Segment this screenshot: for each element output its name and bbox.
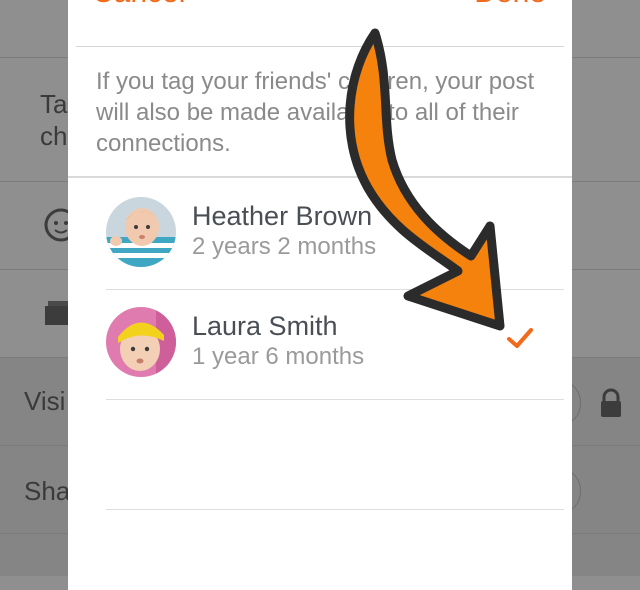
child-photo [106,307,176,377]
header-divider [76,46,564,47]
child-name: Laura Smith [192,311,338,341]
child-name: Heather Brown [192,201,373,231]
bg-tag-children-text: Ta ch [40,89,68,151]
child-age: 1 year 6 months [192,343,365,370]
child-row-laura-smith[interactable]: Laura Smith 1 year 6 months [106,289,564,400]
checkmark-icon [507,328,533,348]
child-row-heather-brown[interactable]: Heather Brown 2 years 2 months [106,179,564,290]
child-photo [106,197,176,267]
lock-icon [601,388,621,417]
notice-divider [68,176,572,178]
tag-children-sheet: Cancel Done If you tag your friends' chi… [68,0,572,590]
avatar [106,197,176,267]
cancel-button[interactable]: Cancel [92,0,185,10]
bg-share-label: Sha [24,476,71,506]
done-button[interactable]: Done [474,0,546,10]
empty-row [106,399,564,510]
child-age: 2 years 2 months [192,233,377,260]
tag-notice-text: If you tag your friends' children, your … [96,68,535,157]
bg-visibility-label: Visi [24,386,66,416]
avatar [106,307,176,377]
